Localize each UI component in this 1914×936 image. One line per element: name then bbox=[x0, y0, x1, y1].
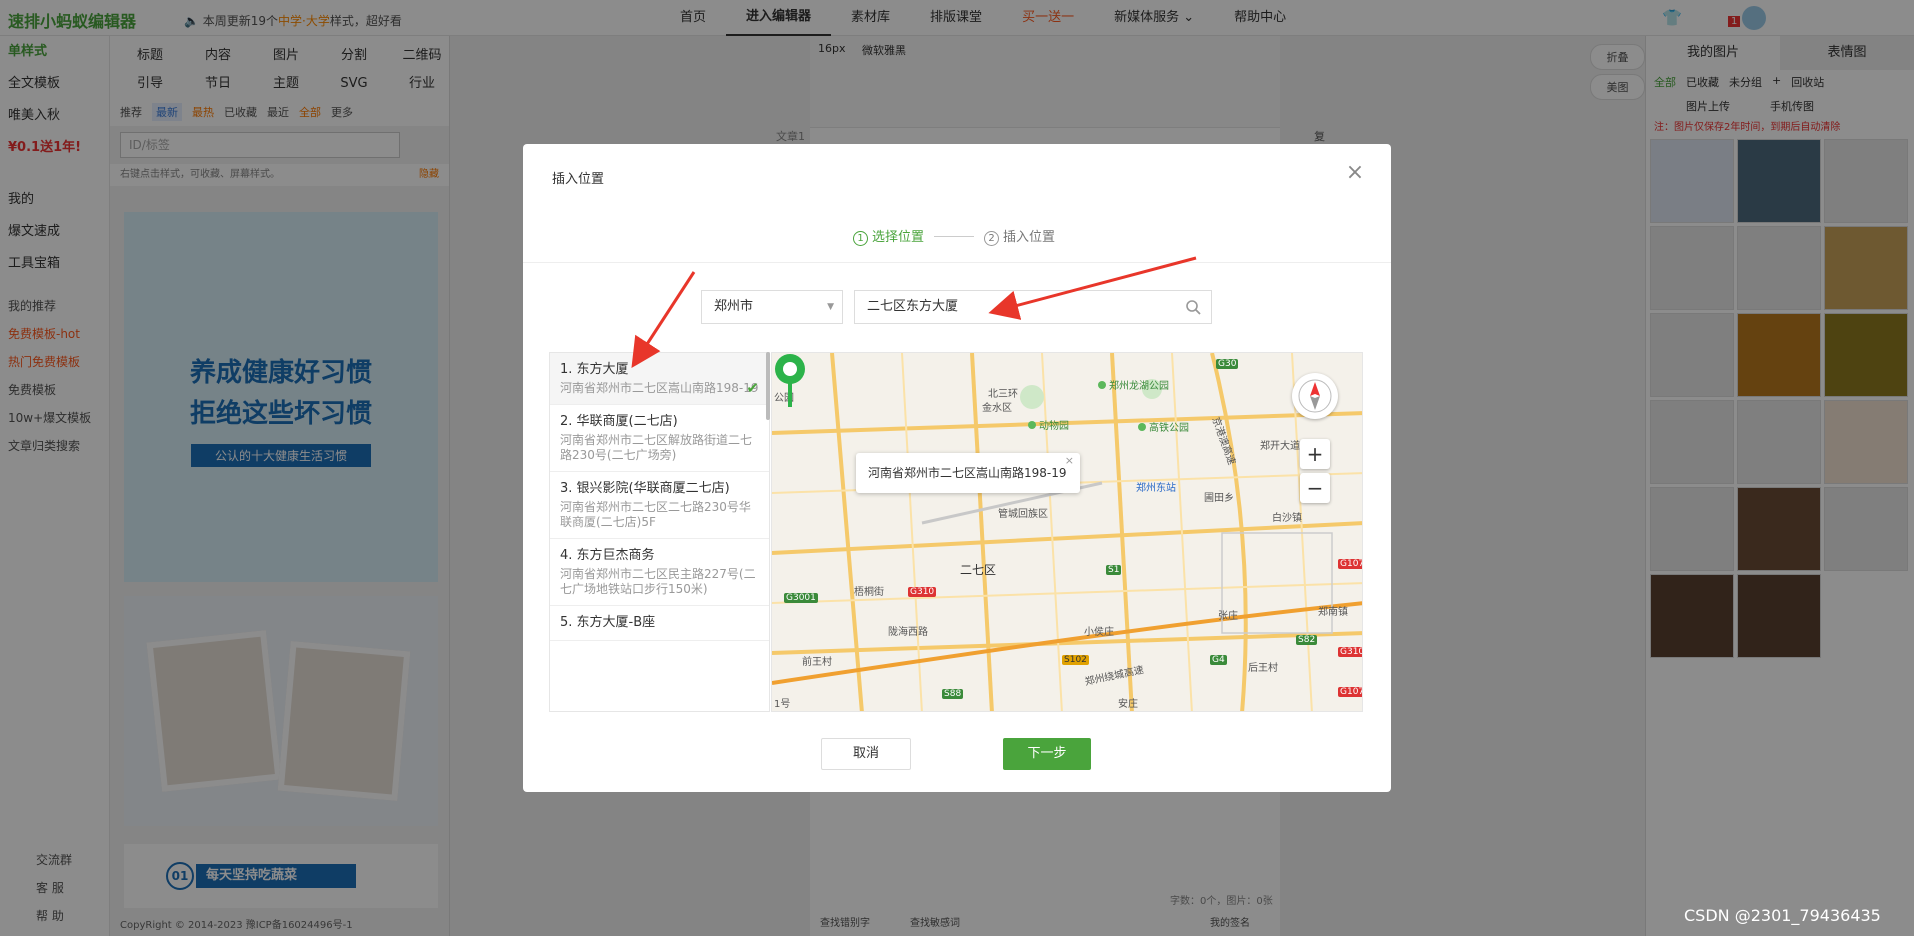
step-insert-location: 2 插入位置 bbox=[984, 226, 1055, 246]
road-g3001: G3001 bbox=[784, 593, 818, 603]
step-connector bbox=[934, 235, 975, 237]
result-item-4[interactable]: 4. 东方巨杰商务 河南省郑州市二七区民主路227号(二七广场地铁站口步行150… bbox=[550, 539, 769, 606]
map-label-jinshui: 金水区 bbox=[982, 403, 1012, 414]
zoom-in-button[interactable]: + bbox=[1300, 439, 1330, 469]
road-g310-east: G310 bbox=[1338, 647, 1362, 657]
road-g30: G30 bbox=[1216, 359, 1239, 369]
road-s102: S102 bbox=[1062, 655, 1089, 665]
map-label-putian: 圃田乡 bbox=[1204, 493, 1234, 504]
compass-needle-icon bbox=[1298, 379, 1332, 413]
watermark: CSDN @2301_79436435 bbox=[1684, 906, 1881, 925]
road-s82: S82 bbox=[1296, 635, 1318, 645]
map-label-zhengwei: 郑南镇 bbox=[1318, 607, 1348, 618]
road-g4: G4 bbox=[1210, 655, 1227, 665]
map-label-erqi: 二七区 bbox=[960, 563, 997, 577]
location-search-input[interactable]: 二七区东方大厦 bbox=[854, 290, 1212, 324]
result-item-3[interactable]: 3. 银兴影院(华联商厦二七店) 河南省郑州市二七区二七路230号华联商厦(二七… bbox=[550, 472, 769, 539]
map-label-zhangzhuang: 张庄 bbox=[1218, 611, 1238, 622]
check-icon: ✔ bbox=[746, 379, 759, 397]
map-label-beisanhuan: 北三环 bbox=[988, 389, 1018, 400]
dialog-title: 插入位置 bbox=[552, 172, 605, 187]
city-select[interactable]: 郑州市 ▼ bbox=[701, 290, 843, 324]
map-label-houzhuang: 后王村 bbox=[1248, 663, 1278, 674]
road-g310: G310 bbox=[908, 587, 937, 597]
zoom-out-button[interactable]: − bbox=[1300, 473, 1330, 503]
insert-location-dialog: 插入位置 × 1 选择位置 2 插入位置 郑州市 ▼ 二七区东方大厦 1. 东方大厦… bbox=[523, 144, 1391, 792]
search-icon[interactable] bbox=[1185, 299, 1201, 315]
map-poi-longhu: 郑州龙湖公园 bbox=[1098, 377, 1169, 392]
location-popup: 河南省郑州市二七区嵩山南路198-19 × bbox=[856, 453, 1080, 493]
close-icon[interactable]: × bbox=[1343, 162, 1367, 186]
step-select-location: 1 选择位置 bbox=[853, 226, 924, 246]
result-item-5[interactable]: 5. 东方大厦-B座 bbox=[550, 606, 769, 641]
road-g107-south: G107 bbox=[1338, 687, 1362, 697]
location-map[interactable]: 北三环 金水区 动物园 郑州龙湖公园 高铁公园 郑州东站 管城回族区 二七区 梧… bbox=[771, 352, 1363, 712]
road-s88: S88 bbox=[942, 689, 964, 699]
result-list-scrollbar[interactable] bbox=[766, 352, 770, 420]
map-label-longhai: 陇海西路 bbox=[888, 627, 928, 638]
map-poi-zoo: 动物园 bbox=[1028, 417, 1069, 432]
search-result-list: 1. 东方大厦 河南省郑州市二七区嵩山南路198-19 ✔ 2. 华联商厦(二七… bbox=[549, 352, 770, 712]
map-label-guancheng: 管城回族区 bbox=[998, 509, 1048, 520]
next-step-button[interactable]: 下一步 bbox=[1003, 738, 1091, 770]
divider bbox=[523, 262, 1391, 263]
map-label-baisha: 白沙镇 bbox=[1272, 513, 1302, 524]
cancel-button[interactable]: 取消 bbox=[821, 738, 911, 770]
compass-icon[interactable] bbox=[1292, 373, 1338, 419]
result-item-2[interactable]: 2. 华联商厦(二七店) 河南省郑州市二七区解放路街道二七路230号(二七广场旁… bbox=[550, 405, 769, 472]
map-label-zhengkai: 郑开大道 bbox=[1260, 441, 1300, 452]
map-label-qianzhai: 前王村 bbox=[802, 657, 832, 668]
popup-close-icon[interactable]: × bbox=[1065, 441, 1074, 481]
map-label-zhengdong: 郑州东站 bbox=[1136, 483, 1176, 494]
step-indicator: 1 选择位置 2 插入位置 bbox=[853, 226, 1055, 246]
map-label-metro-1: 1号 bbox=[774, 699, 791, 710]
road-s1: S1 bbox=[1106, 565, 1122, 575]
location-pin-icon[interactable] bbox=[772, 353, 808, 409]
result-item-1[interactable]: 1. 东方大厦 河南省郑州市二七区嵩山南路198-19 ✔ bbox=[550, 353, 769, 405]
map-label-anshang: 安庄 bbox=[1118, 699, 1138, 710]
map-poi-gaotie: 高铁公园 bbox=[1138, 419, 1189, 434]
chevron-down-icon: ▼ bbox=[827, 302, 834, 312]
road-g107: G107 bbox=[1338, 559, 1362, 569]
map-label-xiaoliu: 小侯庄 bbox=[1084, 627, 1114, 638]
map-label-wutong: 梧桐街 bbox=[854, 587, 884, 598]
